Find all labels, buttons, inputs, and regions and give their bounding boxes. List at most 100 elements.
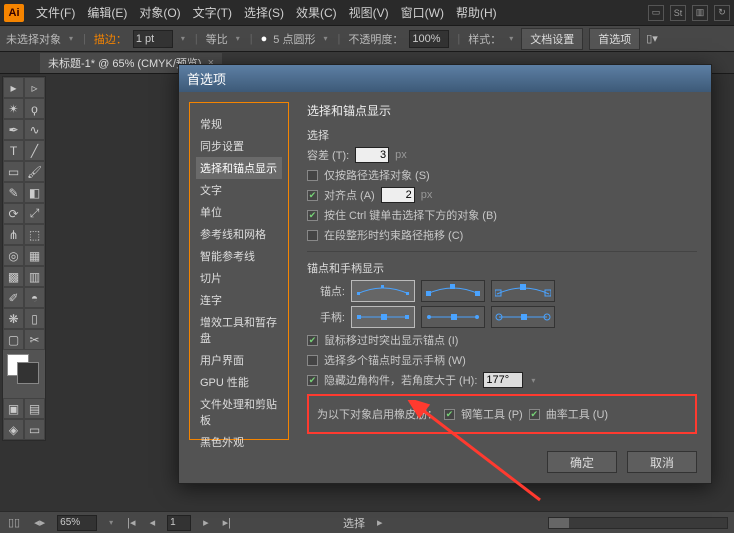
menu-help[interactable]: 帮助(H)	[450, 4, 503, 21]
nest-icon[interactable]: ▯▯	[6, 516, 22, 529]
dropdown-arrow-icon[interactable]: ▾	[234, 34, 242, 43]
eyedropper-tool-icon[interactable]: ✐	[3, 287, 24, 308]
sync-icon[interactable]: ↻	[714, 5, 730, 21]
menu-effect[interactable]: 效果(C)	[290, 4, 343, 21]
st-icon[interactable]: St	[670, 5, 686, 21]
anchor-style-1[interactable]	[351, 280, 415, 302]
shape-builder-icon[interactable]: ◎	[3, 245, 24, 266]
cat-plugins[interactable]: 增效工具和暂存盘	[196, 311, 282, 349]
hide-corner-input[interactable]	[483, 372, 523, 388]
cat-gpu[interactable]: GPU 性能	[196, 371, 282, 393]
handle-style-3[interactable]	[491, 306, 555, 328]
tolerance-input[interactable]	[355, 147, 389, 163]
menu-select[interactable]: 选择(S)	[238, 4, 290, 21]
arrange-icon[interactable]: ▥	[692, 5, 708, 21]
gradient-mode-icon[interactable]: ▤	[24, 398, 45, 419]
rect-tool-icon[interactable]: ▭	[3, 161, 24, 182]
cat-selection-anchor[interactable]: 选择和锚点显示	[196, 157, 282, 179]
color-swatches[interactable]	[3, 350, 45, 380]
gradient-tool-icon[interactable]: ▥	[24, 266, 45, 287]
artboard-tool-icon[interactable]: ▢	[3, 329, 24, 350]
pen-tool-icon[interactable]: ✒	[3, 119, 24, 140]
cat-smart-guides[interactable]: 智能参考线	[196, 245, 282, 267]
free-transform-icon[interactable]: ⬚	[24, 224, 45, 245]
brush-label[interactable]: 5 点圆形	[273, 31, 315, 47]
graph-tool-icon[interactable]: ▯	[24, 308, 45, 329]
stroke-label[interactable]: 描边：	[94, 31, 127, 47]
cat-slices[interactable]: 切片	[196, 267, 282, 289]
lasso-tool-icon[interactable]: ϙ	[24, 98, 45, 119]
brush-tool-icon[interactable]: 🖌	[24, 161, 45, 182]
next-page-icon[interactable]: ▸	[201, 516, 211, 529]
line-tool-icon[interactable]: ╱	[24, 140, 45, 161]
menu-edit[interactable]: 编辑(E)	[81, 4, 133, 21]
dropdown-arrow-icon[interactable]: ▾	[321, 34, 329, 43]
cat-hyphenation[interactable]: 连字	[196, 289, 282, 311]
menu-window[interactable]: 窗口(W)	[395, 4, 450, 21]
slice-tool-icon[interactable]: ✂	[24, 329, 45, 350]
anchor-style-3[interactable]	[491, 280, 555, 302]
menu-type[interactable]: 文字(T)	[187, 4, 238, 21]
ctrl-click-checkbox[interactable]	[307, 210, 318, 221]
last-page-icon[interactable]: ▸|	[221, 516, 233, 529]
cat-sync[interactable]: 同步设置	[196, 135, 282, 157]
stroke-value-input[interactable]	[133, 30, 173, 48]
snap-point-checkbox[interactable]	[307, 190, 318, 201]
cat-type[interactable]: 文字	[196, 179, 282, 201]
angle-dropdown-icon[interactable]: ▾	[529, 376, 537, 385]
draw-mode-icon[interactable]: ◈	[3, 419, 24, 440]
style-label[interactable]: 样式：	[468, 31, 501, 47]
prefs-button[interactable]: 首选项	[589, 28, 640, 50]
background-swatch[interactable]	[17, 362, 39, 384]
cat-file-clipboard[interactable]: 文件处理和剪贴板	[196, 393, 282, 431]
pencil-tool-icon[interactable]: ✎	[3, 182, 24, 203]
screen-mode-icon[interactable]: ▭	[24, 419, 45, 440]
rubber-curv-checkbox[interactable]	[529, 409, 540, 420]
ok-button[interactable]: 确定	[547, 451, 617, 473]
dropdown-arrow-icon[interactable]: ▾	[507, 34, 515, 43]
menu-object[interactable]: 对象(O)	[133, 4, 186, 21]
constrain-checkbox[interactable]	[307, 230, 318, 241]
artboard-index-input[interactable]	[167, 515, 191, 531]
cat-general[interactable]: 常规	[196, 113, 282, 135]
h-scrollbar[interactable]	[548, 517, 728, 529]
zoom-input[interactable]	[57, 515, 97, 531]
status-menu-icon[interactable]: ▸	[375, 516, 385, 529]
cat-units[interactable]: 单位	[196, 201, 282, 223]
multi-handles-checkbox[interactable]	[307, 355, 318, 366]
curvature-tool-icon[interactable]: ∿	[24, 119, 45, 140]
eraser-tool-icon[interactable]: ◧	[24, 182, 45, 203]
highlight-hover-checkbox[interactable]	[307, 335, 318, 346]
perspective-icon[interactable]: ▦	[24, 245, 45, 266]
menu-view[interactable]: 视图(V)	[343, 4, 395, 21]
handle-style-2[interactable]	[421, 306, 485, 328]
rubber-pen-checkbox[interactable]	[444, 409, 455, 420]
cat-black[interactable]: 黑色外观	[196, 431, 282, 453]
expand-icon[interactable]: ◂▸	[32, 516, 47, 529]
dropdown-arrow-icon[interactable]: ▾	[67, 34, 75, 43]
uniform-label[interactable]: 等比	[206, 31, 228, 47]
blend-tool-icon[interactable]: ◓	[24, 287, 45, 308]
layout-icon[interactable]: ▭	[648, 5, 664, 21]
handle-style-1[interactable]	[351, 306, 415, 328]
snap-point-input[interactable]	[381, 187, 415, 203]
scale-tool-icon[interactable]: ⤢	[24, 203, 45, 224]
anchor-style-2[interactable]	[421, 280, 485, 302]
width-tool-icon[interactable]: ⋔	[3, 224, 24, 245]
cat-guides[interactable]: 参考线和网格	[196, 223, 282, 245]
doc-setup-button[interactable]: 文档设置	[521, 28, 583, 50]
cancel-button[interactable]: 取消	[627, 451, 697, 473]
menu-file[interactable]: 文件(F)	[30, 4, 81, 21]
path-only-checkbox[interactable]	[307, 170, 318, 181]
cat-ui[interactable]: 用户界面	[196, 349, 282, 371]
direct-select-tool-icon[interactable]: ▹	[24, 77, 45, 98]
opacity-input[interactable]	[409, 30, 449, 48]
first-page-icon[interactable]: |◂	[125, 516, 137, 529]
fill-mode-icon[interactable]: ▣	[3, 398, 24, 419]
zoom-dropdown-icon[interactable]: ▾	[107, 518, 115, 527]
mesh-tool-icon[interactable]: ▩	[3, 266, 24, 287]
rotate-tool-icon[interactable]: ⟳	[3, 203, 24, 224]
symbol-spray-icon[interactable]: ❋	[3, 308, 24, 329]
wand-tool-icon[interactable]: ✴	[3, 98, 24, 119]
prev-page-icon[interactable]: ◂	[148, 516, 158, 529]
